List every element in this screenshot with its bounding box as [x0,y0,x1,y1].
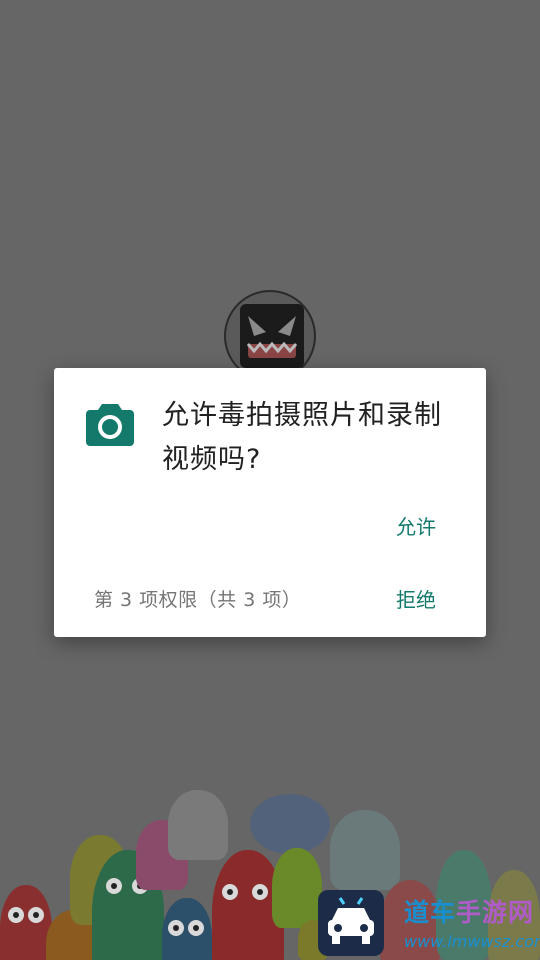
dialog-title: 允许毒拍摄照片和录制视频吗? [162,400,442,475]
watermark-url: www.lmwwsz.com [404,932,540,951]
watermark-logo [318,890,384,956]
allow-button[interactable]: 允许 [388,508,444,546]
watermark-site-name-part2: 手游网 [456,898,535,927]
watermark-site-name-part1: 道车 [404,898,457,927]
watermark-site-name: 道车手游网 [404,898,534,928]
camera-icon [86,402,134,446]
deny-button[interactable]: 拒绝 [388,581,444,619]
permission-counter: 第 3 项权限（共 3 项） [94,589,302,611]
permission-dialog: 允许毒拍摄照片和录制视频吗? 允许 第 3 项权限（共 3 项） 拒绝 [54,368,486,637]
